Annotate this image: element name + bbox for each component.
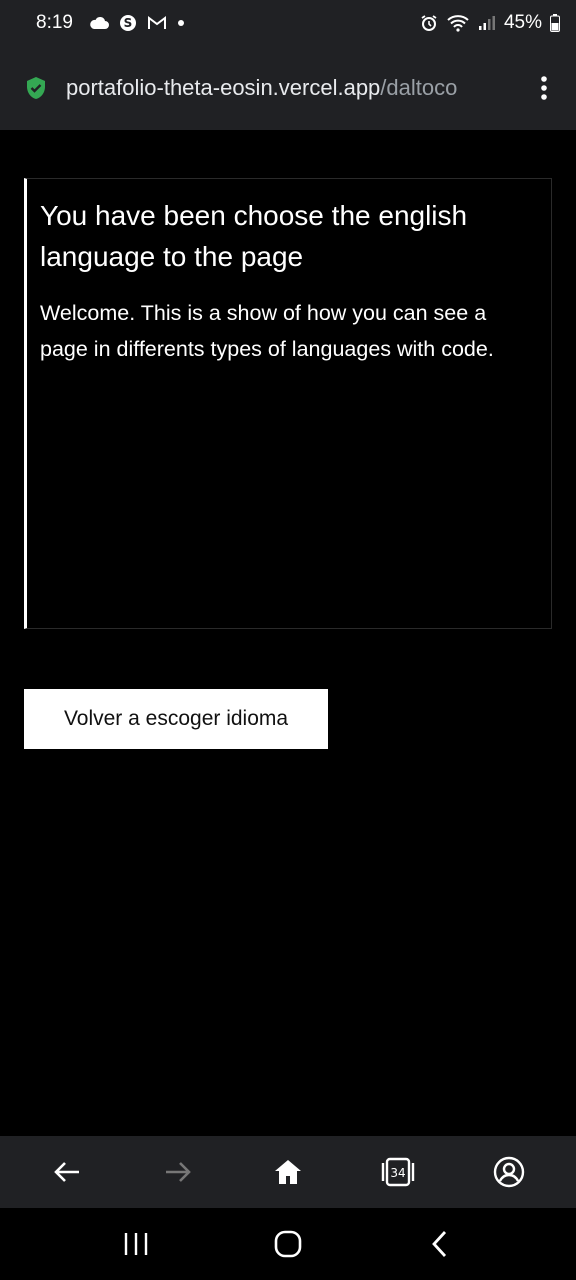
page-title: You have been choose the english languag… [40,200,468,272]
status-time: 8:19 [36,12,73,33]
status-bar: 8:19 S 45% [0,0,576,46]
browser-toolbar: 34 [0,1136,576,1208]
wifi-icon [446,14,470,32]
screen: 8:19 S 45% portafolio-theta-eosin.vercel… [0,0,576,1280]
home-icon[interactable] [260,1144,316,1200]
welcome-text: Welcome. This is a show of how you can s… [40,301,494,361]
tabs-icon[interactable]: 34 [370,1144,426,1200]
svg-text:S: S [124,16,133,30]
tabs-count: 34 [391,1166,406,1180]
forward-arrow-icon[interactable] [150,1144,206,1200]
more-vert-icon[interactable] [532,73,556,103]
language-card: You have been choose the english languag… [24,178,552,629]
battery-icon [550,14,560,32]
address-bar[interactable]: portafolio-theta-eosin.vercel.app/daltoc… [0,46,576,130]
shield-check-icon[interactable] [24,76,48,100]
status-left: 8:19 S [36,12,185,34]
app-s-icon: S [119,14,137,32]
back-nav-icon[interactable] [410,1214,470,1274]
gmail-icon [147,15,167,31]
status-right: 45% [420,12,560,34]
notification-dot-icon [177,19,185,27]
alarm-icon [420,14,438,32]
choose-language-again-button[interactable]: Volver a escoger idioma [24,689,328,749]
url-text[interactable]: portafolio-theta-eosin.vercel.app/daltoc… [66,75,518,101]
signal-icon [478,15,496,31]
url-path: /daltoco [380,75,458,100]
battery-percent: 45% [503,12,542,33]
account-icon[interactable] [481,1144,537,1200]
home-nav-icon[interactable] [258,1214,318,1274]
url-domain: portafolio-theta-eosin.vercel.app [66,75,381,100]
system-nav-bar [0,1208,576,1280]
recent-apps-icon[interactable] [106,1214,166,1274]
back-arrow-icon[interactable] [39,1144,95,1200]
cloud-icon [89,16,109,30]
